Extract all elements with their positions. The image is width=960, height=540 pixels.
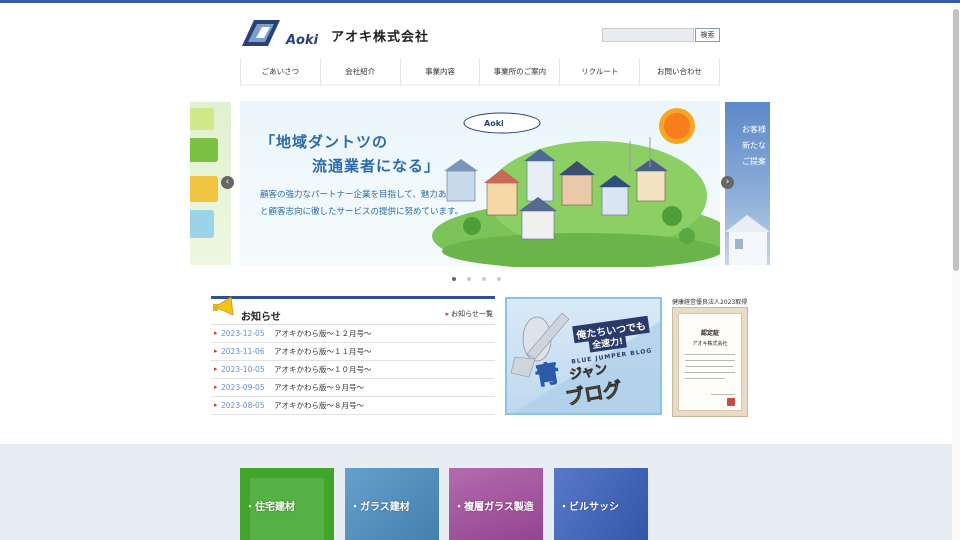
top-accent-line: [0, 0, 960, 3]
news-text[interactable]: アオキかわら版〜９月号〜: [274, 383, 364, 392]
news-date: 2023-11-06: [221, 347, 265, 356]
nav-recruit[interactable]: リクルート: [560, 58, 641, 86]
global-nav: ごあいさつ 会社紹介 事業内容 事業所のご案内 リクルート お問い合わせ: [240, 58, 720, 86]
certificate-text-line: [685, 372, 735, 373]
company-name: アオキ株式会社: [331, 30, 430, 45]
next-slide-text: お客様 新たな ご提案: [742, 125, 766, 166]
category-label: ・ガラス建材: [350, 502, 410, 513]
carousel-next-button[interactable]: ›: [721, 176, 734, 189]
svg-text:Aoki: Aoki: [484, 119, 504, 128]
category-label: ・住宅建材: [245, 502, 295, 513]
news-text[interactable]: アオキかわら版〜１０月号〜: [274, 365, 372, 374]
certificate-text-line: [685, 354, 735, 355]
certificate-text-line: [685, 366, 733, 367]
hero-slide[interactable]: 「地域ダントツの 流通業者になる」 顧客の強力なパートナー企業を目指して、魅力あ…: [240, 101, 720, 267]
search-input[interactable]: [602, 28, 694, 42]
certificate-seal: [727, 398, 735, 406]
news-item[interactable]: 2023-08-05 アオキかわら版〜８月号〜: [211, 397, 495, 415]
blue-jumper-blog-banner[interactable]: 俺たちいつでも 全速力! BLUE JUMPER BLOG 青 ジャン ブログ: [505, 297, 662, 415]
nav-business[interactable]: 事業内容: [401, 58, 481, 86]
carousel-dot-3[interactable]: [482, 277, 486, 281]
nav-company[interactable]: 会社紹介: [321, 58, 401, 86]
certificate-text-line: [711, 394, 735, 395]
hero-title-line2: 流通業者になる」: [312, 157, 441, 175]
news-header: お知らせ お知らせ一覧: [211, 296, 495, 325]
certificate-text-line: [685, 378, 725, 379]
town-illustration: Aoki: [432, 108, 720, 267]
carousel-pagination: [452, 277, 501, 281]
certificate-company: アオキ株式会社: [692, 341, 728, 347]
slide-tag: [190, 210, 214, 238]
news-text[interactable]: アオキかわら版〜１２月号〜: [274, 329, 372, 338]
carousel-dot-4[interactable]: [497, 277, 501, 281]
news-item[interactable]: 2023-09-05 アオキかわら版〜９月号〜: [211, 379, 495, 397]
news-item[interactable]: 2023-12-05 アオキかわら版〜１２月号〜: [211, 325, 495, 343]
carousel-prev-button[interactable]: ‹: [221, 176, 234, 189]
scrollbar[interactable]: [952, 3, 960, 540]
svg-text:Aoki: Aoki: [285, 33, 319, 48]
category-label: ・ビルサッシ: [559, 502, 619, 513]
house-illustration: [725, 215, 770, 265]
news-date: 2023-10-05: [221, 365, 265, 374]
slide-tag: [190, 176, 218, 202]
nav-greeting[interactable]: ごあいさつ: [241, 58, 321, 86]
news-text[interactable]: アオキかわら版〜１１月号〜: [274, 347, 372, 356]
nav-offices[interactable]: 事業所のご案内: [480, 58, 561, 86]
carousel-dot-2[interactable]: [467, 277, 471, 281]
certificate-paper: 認定証 アオキ株式会社: [678, 313, 742, 411]
news-date: 2023-09-05: [221, 383, 265, 392]
news-date: 2023-12-05: [221, 329, 265, 338]
news-date: 2023-08-05: [221, 401, 265, 410]
slide-tag: [190, 138, 218, 162]
news-item[interactable]: 2023-10-05 アオキかわら版〜１０月号〜: [211, 361, 495, 379]
certificate-title: 認定証: [700, 330, 719, 337]
category-glass-materials[interactable]: ・ガラス建材: [345, 468, 439, 540]
news-title: お知らせ: [241, 312, 281, 323]
category-insulated-glass[interactable]: ・複層ガラス製造: [449, 468, 543, 540]
news-item[interactable]: 2023-11-06 アオキかわら版〜１１月号〜: [211, 343, 495, 361]
health-certificate[interactable]: 認定証 アオキ株式会社: [672, 307, 748, 417]
news-list-link[interactable]: お知らせ一覧: [446, 309, 493, 319]
category-label: ・複層ガラス製造: [454, 502, 534, 513]
news-section: お知らせ お知らせ一覧 2023-12-05 アオキかわら版〜１２月号〜 2023…: [211, 296, 495, 415]
certificate-text-line: [685, 360, 735, 361]
certificate-caption: 健康経営優良法人2023取得: [672, 299, 748, 306]
megaphone-icon: [213, 296, 234, 316]
hero-title-line1: 「地域ダントツの: [260, 133, 389, 151]
aoki-logo[interactable]: Aoki: [240, 18, 330, 48]
scrollbar-thumb[interactable]: [953, 9, 959, 271]
nav-contact[interactable]: お問い合わせ: [640, 58, 720, 86]
slide-tag: [190, 108, 214, 130]
news-text[interactable]: アオキかわら版〜８月号〜: [274, 401, 364, 410]
search-button[interactable]: 検索: [695, 28, 720, 42]
carousel-dot-1[interactable]: [452, 277, 456, 281]
category-housing-materials[interactable]: ・住宅建材: [240, 468, 334, 540]
category-building-sash[interactable]: ・ビルサッシ: [554, 468, 648, 540]
